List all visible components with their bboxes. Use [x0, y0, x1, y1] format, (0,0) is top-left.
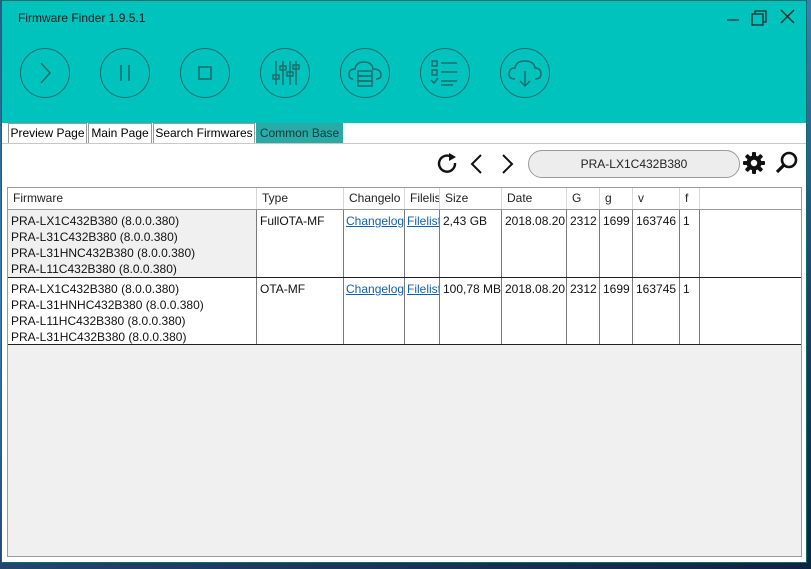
date-cell: 2018.08.20 — [502, 210, 567, 277]
type-cell: FullOTA-MF — [257, 210, 344, 277]
common-base-panel: PRA-LX1C432B380 Firmware Type Changelo F… — [2, 143, 806, 563]
g-cell: 1699 — [600, 278, 633, 344]
search-input[interactable]: PRA-LX1C432B380 — [528, 150, 740, 178]
column-header-date[interactable]: Date — [502, 188, 567, 209]
column-header-size[interactable]: Size — [440, 188, 502, 209]
app-window: Firmware Finder 1.9.5.1 Preview Page Mai… — [1, 0, 807, 563]
size-cell: 2,43 GB — [440, 210, 502, 277]
G-cell: 2312 — [567, 210, 600, 277]
size-cell: 100,78 MB — [440, 278, 502, 344]
cloud-download-icon — [508, 60, 542, 88]
column-header-filler — [700, 188, 801, 209]
minimize-button[interactable] — [720, 5, 746, 29]
maximize-button[interactable] — [746, 5, 772, 29]
column-header-v[interactable]: v — [633, 188, 680, 209]
date-cell: 2018.08.20 — [502, 278, 567, 344]
column-header-filelist[interactable]: Filelis — [405, 188, 440, 209]
chevron-left-icon — [470, 154, 482, 174]
v-cell: 163745 — [633, 278, 680, 344]
firmware-name: PRA-L11HC432B380 (8.0.0.380) — [11, 314, 186, 328]
type-cell: OTA-MF — [257, 278, 344, 344]
checklist-icon — [430, 60, 457, 86]
title-bar: Firmware Finder 1.9.5.1 — [2, 1, 806, 123]
pause-icon — [120, 65, 130, 81]
tab-common-base[interactable]: Common Base — [256, 123, 343, 143]
refresh-button[interactable] — [436, 150, 460, 178]
tab-preview-page[interactable]: Preview Page — [8, 123, 87, 143]
pause-button[interactable] — [100, 48, 150, 98]
cloud-server-button[interactable] — [340, 48, 390, 98]
v-cell: 163746 — [633, 210, 680, 277]
settings-sliders-button[interactable] — [260, 48, 310, 98]
column-header-g[interactable]: g — [600, 188, 633, 209]
cloud-server-icon — [348, 61, 382, 87]
firmware-name: PRA-L31C432B380 (8.0.0.380) — [11, 230, 178, 244]
changelog-link[interactable]: Changelog — [344, 210, 405, 277]
changelog-link[interactable]: Changelog — [344, 278, 405, 344]
cloud-download-button[interactable] — [500, 48, 550, 98]
g-cell: 1699 — [600, 210, 633, 277]
stop-button[interactable] — [180, 48, 230, 98]
play-button[interactable] — [20, 48, 70, 98]
tab-search-firmwares[interactable]: Search Firmwares — [153, 123, 255, 143]
f-cell: 1 — [680, 210, 700, 277]
search-icon — [775, 151, 798, 174]
refresh-icon — [437, 153, 457, 173]
column-header-changelog[interactable]: Changelo — [344, 188, 405, 209]
row-filler — [700, 210, 801, 277]
row-divider — [8, 344, 801, 345]
firmware-cell: PRA-LX1C432B380 (8.0.0.380) PRA-L31C432B… — [8, 210, 257, 277]
firmware-name: PRA-L31HC432B380 (8.0.0.380) — [11, 330, 187, 344]
checklist-button[interactable] — [420, 48, 470, 98]
chevron-right-icon — [502, 154, 514, 174]
column-header-f[interactable]: f — [680, 188, 700, 209]
firmware-name: PRA-L31HNC432B380 (8.0.0.380) — [11, 246, 196, 260]
firmware-name: PRA-LX1C432B380 (8.0.0.380) — [11, 282, 180, 296]
G-cell: 2312 — [567, 278, 600, 344]
column-header-type[interactable]: Type — [257, 188, 344, 209]
gear-icon — [743, 152, 765, 174]
close-icon — [780, 9, 795, 24]
stop-icon — [198, 66, 212, 80]
close-button[interactable] — [774, 5, 800, 29]
search-button[interactable] — [774, 150, 800, 176]
tab-main-page[interactable]: Main Page — [88, 123, 152, 143]
column-header-firmware[interactable]: Firmware — [8, 188, 257, 209]
firmware-table: Firmware Type Changelo Filelis Size Date… — [7, 187, 802, 557]
column-header-G[interactable]: G — [567, 188, 600, 209]
firmware-name: PRA-LX1C432B380 (8.0.0.380) — [11, 214, 180, 228]
firmware-name: PRA-L11C432B380 (8.0.0.380) — [11, 262, 177, 276]
f-cell: 1 — [680, 278, 700, 344]
restore-icon — [751, 10, 767, 26]
filelist-link[interactable]: Filelist — [405, 278, 440, 344]
firmware-cell: PRA-LX1C432B380 (8.0.0.380) PRA-L31HNHC4… — [8, 278, 257, 344]
play-icon — [40, 62, 52, 84]
settings-sliders-icon — [272, 61, 300, 85]
settings-button[interactable] — [742, 151, 766, 175]
row-filler — [700, 278, 801, 344]
minimize-icon — [727, 19, 739, 21]
filelist-link[interactable]: Filelist — [405, 210, 440, 277]
firmware-name: PRA-L31HNHC432B380 (8.0.0.380) — [11, 298, 204, 312]
window-title: Firmware Finder 1.9.5.1 — [18, 11, 146, 25]
forward-button[interactable] — [498, 150, 518, 178]
back-button[interactable] — [466, 150, 486, 178]
